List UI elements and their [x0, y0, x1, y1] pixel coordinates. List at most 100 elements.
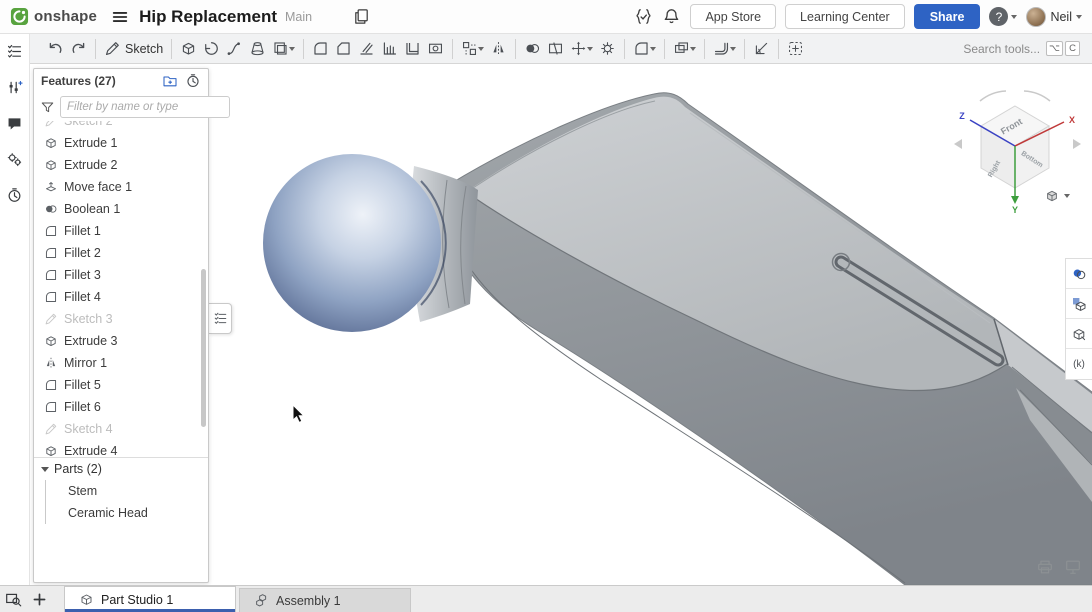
tool-center-of-mass-button[interactable] [784, 37, 807, 61]
rotate-right-arrow-icon[interactable] [1073, 139, 1081, 149]
feature-label: Sketch 4 [64, 422, 113, 436]
tool-fillet-button[interactable] [309, 37, 332, 61]
view-options-button[interactable] [1040, 184, 1084, 208]
onshape-logo[interactable]: onshape [10, 7, 97, 26]
new-tab-button[interactable] [26, 586, 52, 612]
tool-undo-button[interactable] [44, 37, 67, 61]
feature-item[interactable]: Extrude 4 [34, 440, 208, 457]
tool-rib-button[interactable] [378, 37, 401, 61]
tool-chamfer-button[interactable] [332, 37, 355, 61]
tool-sheet-metal-button[interactable] [710, 37, 739, 61]
tool-revolve-button[interactable] [200, 37, 223, 61]
manage-tabs-button[interactable] [0, 586, 26, 612]
views-icon [1071, 326, 1087, 342]
feature-item[interactable]: Sketch 2 [34, 121, 208, 132]
tool-delete-part-button[interactable] [596, 37, 619, 61]
app-store-button[interactable]: App Store [690, 4, 776, 29]
panel-named-views-button[interactable] [1066, 319, 1092, 349]
feature-filter-input[interactable] [60, 96, 230, 118]
learning-center-button[interactable]: Learning Center [785, 4, 905, 29]
part-item[interactable]: Ceramic Head [46, 502, 208, 524]
feature-item[interactable]: Extrude 2 [34, 154, 208, 176]
rail-settings-button[interactable] [3, 147, 27, 171]
tool-split-button[interactable] [544, 37, 567, 61]
main-menu-button[interactable] [111, 8, 129, 26]
feature-item[interactable]: Move face 1 [34, 176, 208, 198]
tool-mirror-button[interactable] [487, 37, 510, 61]
feature-item[interactable]: Fillet 1 [34, 220, 208, 242]
tool-linear-pattern-button[interactable] [458, 37, 487, 61]
search-tools[interactable]: Search tools... ⌥C [963, 41, 1080, 56]
print-button[interactable] [1036, 558, 1054, 576]
avatar [1026, 7, 1046, 27]
tool-hole-button[interactable] [424, 37, 447, 61]
new-folder-button[interactable] [155, 73, 178, 89]
tool-sketch-button[interactable]: Sketch [101, 37, 166, 61]
rail-variables-button[interactable] [3, 75, 27, 99]
parts-section-header[interactable]: Parts (2) [34, 458, 208, 480]
rail-comments-button[interactable] [3, 111, 27, 135]
part-item[interactable]: Stem [46, 480, 208, 502]
ceramic-head-ball[interactable] [263, 154, 441, 332]
rail-features-list-toggle-button[interactable] [3, 39, 27, 63]
tab-part-studio-1[interactable]: Part Studio 1 [64, 586, 236, 612]
feature-item[interactable]: Fillet 4 [34, 286, 208, 308]
toolbar-divider [303, 39, 304, 59]
split-icon [547, 40, 564, 57]
panel-configurations-button[interactable]: (k) [1066, 349, 1092, 379]
pixel-display-button[interactable] [1064, 558, 1082, 576]
parts-section: Parts (2) StemCeramic Head [34, 457, 208, 582]
left-panel-rail [0, 34, 30, 585]
rollback-history-button[interactable] [178, 73, 201, 89]
feature-item[interactable]: Sketch 3 [34, 308, 208, 330]
notifications-button[interactable] [662, 7, 681, 26]
tool-featurescript-button[interactable] [750, 37, 773, 61]
copy-workspace-button[interactable] [352, 7, 371, 26]
caret-down-icon [1076, 15, 1082, 19]
feature-item[interactable]: Fillet 6 [34, 396, 208, 418]
tool-thicken-button[interactable] [269, 37, 298, 61]
feature-list-scrollbar[interactable] [201, 269, 206, 427]
feature-item[interactable]: Fillet 3 [34, 264, 208, 286]
help-menu[interactable]: ? [989, 7, 1017, 26]
tool-shell-button[interactable] [401, 37, 424, 61]
displaystate-icon [1071, 296, 1087, 312]
feature-item[interactable]: Fillet 5 [34, 374, 208, 396]
feature-item[interactable]: Boolean 1 [34, 198, 208, 220]
tool-draft-button[interactable] [355, 37, 378, 61]
fillet-icon [44, 224, 58, 238]
feature-item[interactable]: Extrude 3 [34, 330, 208, 352]
list-icon [6, 43, 23, 60]
feature-item[interactable]: Extrude 1 [34, 132, 208, 154]
tool-loft-button[interactable] [246, 37, 269, 61]
rail-history-button[interactable] [3, 183, 27, 207]
toolbar-divider [95, 39, 96, 59]
rotate-arrows-icon[interactable] [980, 91, 1050, 101]
clock-icon [6, 187, 23, 204]
feature-item[interactable]: Mirror 1 [34, 352, 208, 374]
workspace-branch[interactable]: Main [285, 10, 312, 24]
tool-modify-fillet-button[interactable] [630, 37, 659, 61]
feature-label: Fillet 5 [64, 378, 101, 392]
rotate-left-arrow-icon[interactable] [954, 139, 962, 149]
tool-transform-button[interactable] [567, 37, 596, 61]
sweep-icon [226, 40, 243, 57]
tool-boolean-button[interactable] [521, 37, 544, 61]
filter-funnel-icon[interactable] [40, 100, 55, 115]
shell-icon [404, 40, 421, 57]
tool-extrude-button[interactable] [177, 37, 200, 61]
feature-item[interactable]: Sketch 4 [34, 418, 208, 440]
feature-list-flyout-toggle[interactable] [209, 303, 232, 334]
parts-section-label: Parts (2) [54, 462, 102, 476]
tool-redo-button[interactable] [67, 37, 90, 61]
tab-assembly-1[interactable]: Assembly 1 [239, 588, 411, 612]
fillet-icon [44, 378, 58, 392]
user-menu[interactable]: Neil [1026, 7, 1082, 27]
tool-composite-part-button[interactable] [670, 37, 699, 61]
feature-item[interactable]: Fillet 2 [34, 242, 208, 264]
panel-appearance-panel-button[interactable] [1066, 259, 1092, 289]
featurescript-notices-button[interactable] [634, 7, 653, 26]
share-button[interactable]: Share [914, 4, 981, 29]
panel-display-states-button[interactable] [1066, 289, 1092, 319]
tool-sweep-button[interactable] [223, 37, 246, 61]
